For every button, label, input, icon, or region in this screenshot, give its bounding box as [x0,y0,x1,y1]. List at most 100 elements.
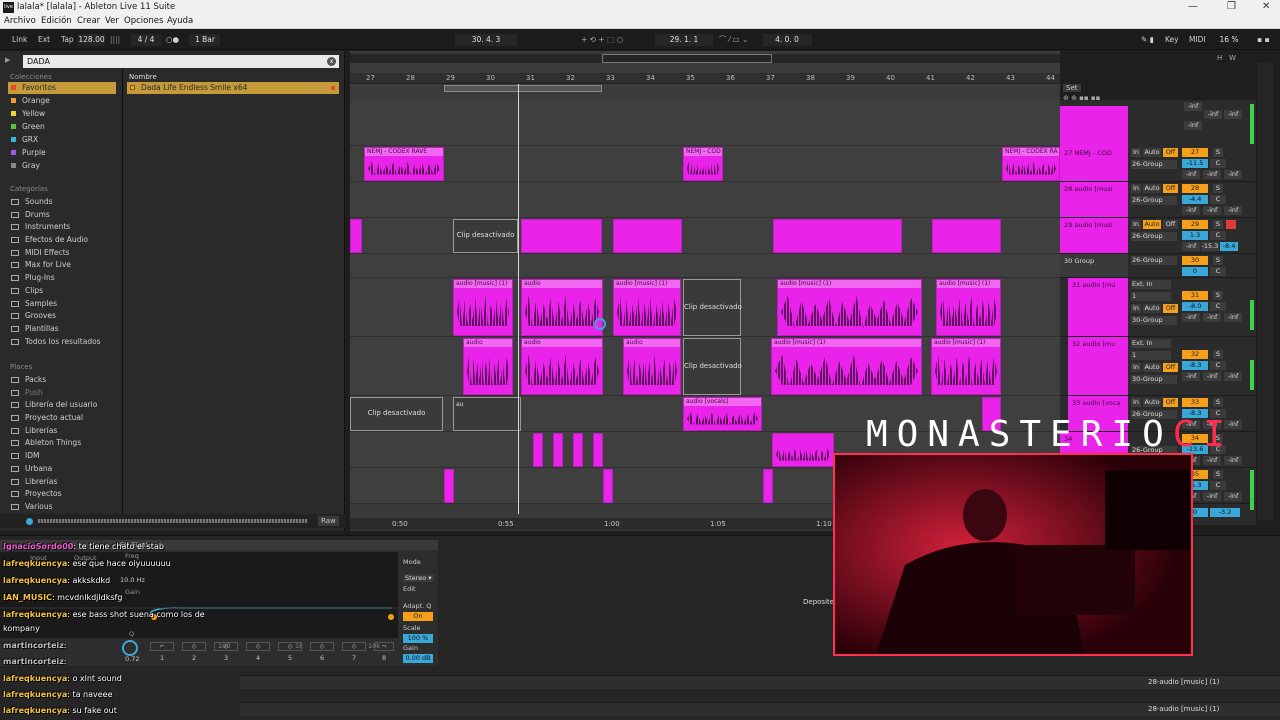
output-select[interactable]: 26-Group [1131,160,1177,169]
collection-yellow[interactable]: Yellow [8,108,116,120]
deactivated-clip[interactable]: Clip desactivado [350,397,443,431]
preview-icon[interactable] [26,518,33,525]
pan-field[interactable]: C [1210,302,1226,311]
audio-clip[interactable]: audio [521,279,603,336]
audio-clip[interactable]: audio [463,338,513,395]
audio-clip[interactable] [932,219,1001,253]
monitor-in-button[interactable]: In [1131,363,1141,372]
monitor-in-button[interactable]: In [1131,304,1141,313]
audio-clip[interactable] [773,219,902,253]
audio-clip[interactable] [763,469,773,503]
track-header[interactable]: 31 audio [mu Ext. In 1 In Auto Off 30-Gr… [1060,278,1256,337]
audio-clip[interactable] [553,433,563,467]
menu-opciones[interactable]: Opciones [124,16,163,26]
place-urbana[interactable]: Urbana [8,463,116,476]
track-header[interactable]: 28 audio [musi In Auto Off 26-Group 28 S… [1060,182,1256,218]
arm-button[interactable] [1226,220,1236,229]
category-clips[interactable]: Clips [8,285,116,298]
audio-clip[interactable]: audio [521,338,603,395]
solo-button[interactable]: S [1213,220,1223,229]
track-name[interactable]: 32 audio [mu [1068,337,1128,395]
track-lane[interactable] [350,100,1060,146]
browser-toggle-icon[interactable]: ▶ [5,56,10,64]
track-name[interactable]: 30 Group [1060,254,1128,277]
beat-ruler[interactable]: 27 28 29 30 31 32 33 34 35 36 37 38 39 4… [350,73,1060,84]
audio-clip[interactable] [603,469,613,503]
browser-result-item[interactable]: Dada Life Endless Smile x64 [127,82,339,94]
category-midi-effects[interactable]: MIDI Effects [8,247,116,260]
audio-clip[interactable] [573,433,583,467]
name-column-header[interactable]: Nombre [129,73,157,81]
audio-clip[interactable]: audio [music] (1) [936,279,1001,336]
band-5-button[interactable]: ◇ [278,642,302,651]
category-max-for-live[interactable]: Max for Live [8,259,116,272]
category-grooves[interactable]: Grooves [8,310,116,323]
arrangement-position-field[interactable]: 30. 4. 3 [455,34,517,46]
audio-clip[interactable]: audio [623,338,681,395]
input-channel-select[interactable]: 1 [1131,351,1171,360]
track-header[interactable]: 27 NEMJ - COD In Auto Off 26-Group 27 S … [1060,146,1256,182]
monitor-off-button[interactable]: Off [1163,184,1178,193]
audio-clip[interactable]: NEMJ - COD [683,147,723,181]
tempo-field[interactable]: 128.00 [78,34,105,46]
deactivated-clip[interactable]: Clip desactivado [683,338,742,395]
category-all-results[interactable]: Todos los resultados [8,336,116,349]
loop-length-field[interactable]: 4. 0. 0 [762,34,812,46]
band-8-button[interactable]: ¬ [374,642,394,651]
audio-clip[interactable] [772,433,834,467]
audio-clip[interactable]: audio [music] (1) [931,338,1001,395]
track-header[interactable]: 30 Group 26-Group 30 S 0 C [1060,254,1256,278]
output-select[interactable]: 26-Group [1131,232,1177,241]
solo-button[interactable]: S [1213,256,1223,265]
collection-grx[interactable]: GRX [8,134,116,146]
menu-ver[interactable]: Ver [105,16,119,26]
collection-favoritos[interactable]: Favoritos [8,82,116,94]
browser-search-input[interactable]: DADA x [23,55,339,68]
pan-field[interactable]: C [1210,159,1226,168]
audio-clip[interactable] [521,219,602,253]
adapt-q-toggle[interactable]: On [403,612,433,621]
track-header[interactable]: 32 audio [mu Ext. In 1 In Auto Off 30-Gr… [1060,337,1256,396]
place-various[interactable]: Various [8,501,116,514]
audio-clip[interactable] [613,219,682,253]
place-librerias[interactable]: Librerías [8,476,116,489]
solo-button[interactable]: S [1213,184,1223,193]
track-name[interactable]: 28 audio [musi [1060,182,1128,217]
category-sounds[interactable]: Sounds [8,196,116,209]
track-activator[interactable]: 27 [1182,148,1208,157]
input-type-select[interactable]: Ext. In [1131,339,1171,348]
monitor-auto-button[interactable]: Auto [1143,363,1161,372]
audio-clip[interactable] [350,219,362,253]
menu-ayuda[interactable]: Ayuda [167,16,193,26]
menu-archivo[interactable]: Archivo [4,16,36,26]
monitor-in-button[interactable]: In [1131,184,1141,193]
band-4-button[interactable]: ◇ [246,642,270,651]
place-user-library[interactable]: Librería del usuario [8,399,116,412]
track-name[interactable]: 29 audio [musi [1060,218,1128,253]
pan-field[interactable]: C [1210,481,1226,490]
deactivated-clip[interactable]: Clip desactivado [453,219,518,253]
monitor-off-button[interactable]: Off [1163,304,1178,313]
band-6-button[interactable]: ◇ [310,642,334,651]
solo-button[interactable]: S [1213,148,1223,157]
audio-clip[interactable] [533,433,543,467]
collection-green[interactable]: Green [8,121,116,133]
input-channel-select[interactable]: 1 [1131,292,1171,301]
track-header[interactable]: 29 audio [musi In Auto Off 26-Group 29 S… [1060,218,1256,254]
place-push[interactable]: Push [8,387,116,400]
audio-clip[interactable]: NEMJ - CODEX RAVE [364,147,444,181]
category-audio-effects[interactable]: Efectos de Audio [8,234,116,247]
audio-clip[interactable]: NEMJ - CODEX RA [1002,147,1060,181]
output-select[interactable]: 26-Group [1131,256,1177,265]
volume-field[interactable]: -11.5 [1182,159,1208,168]
loop-start-field[interactable]: 29. 1. 1 [655,34,713,46]
audio-clip[interactable]: audio [vocals] [683,397,762,431]
monitor-off-button[interactable]: Off [1163,220,1178,229]
audio-clip[interactable]: audio [music] (1) [771,338,922,395]
audio-clip[interactable]: audio [music] (1) [613,279,681,336]
volume-field[interactable]: 1.3 [1182,231,1208,240]
key-map-button[interactable]: Key [1162,34,1182,46]
tap-tempo-button[interactable]: Tap [58,34,77,46]
set-button[interactable]: Set [1063,84,1081,92]
minimize-button[interactable]: — [1188,1,1198,12]
